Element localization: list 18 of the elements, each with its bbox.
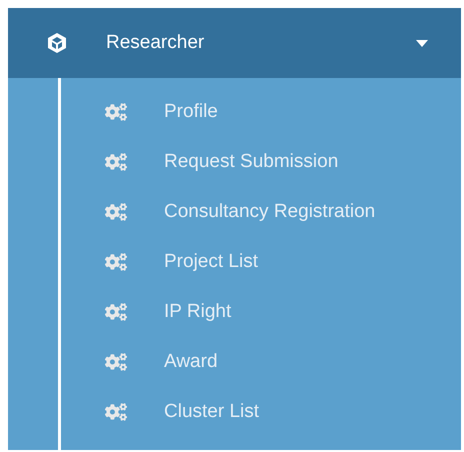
menu-header[interactable]: Researcher <box>8 8 461 78</box>
cogs-icon <box>105 352 127 372</box>
submenu-item[interactable]: Project List <box>105 250 376 274</box>
cogs-icon <box>105 202 127 222</box>
submenu-item[interactable]: IP Right <box>105 300 376 324</box>
cogs-icon <box>105 152 127 172</box>
submenu-item[interactable]: Award <box>105 350 376 374</box>
caret-down-icon <box>416 40 428 46</box>
menu-title: Researcher <box>106 30 206 55</box>
cogs-icon <box>105 402 127 422</box>
cube-icon <box>45 31 69 55</box>
submenu-item[interactable]: Profile <box>105 100 376 124</box>
cogs-icon <box>105 302 127 322</box>
submenu-item[interactable]: Cluster List <box>105 400 376 424</box>
submenu-item[interactable]: Request Submission <box>105 150 376 174</box>
cogs-icon <box>105 252 127 272</box>
cogs-icon <box>105 102 127 122</box>
submenu-item[interactable]: Consultancy Registration <box>105 200 376 224</box>
